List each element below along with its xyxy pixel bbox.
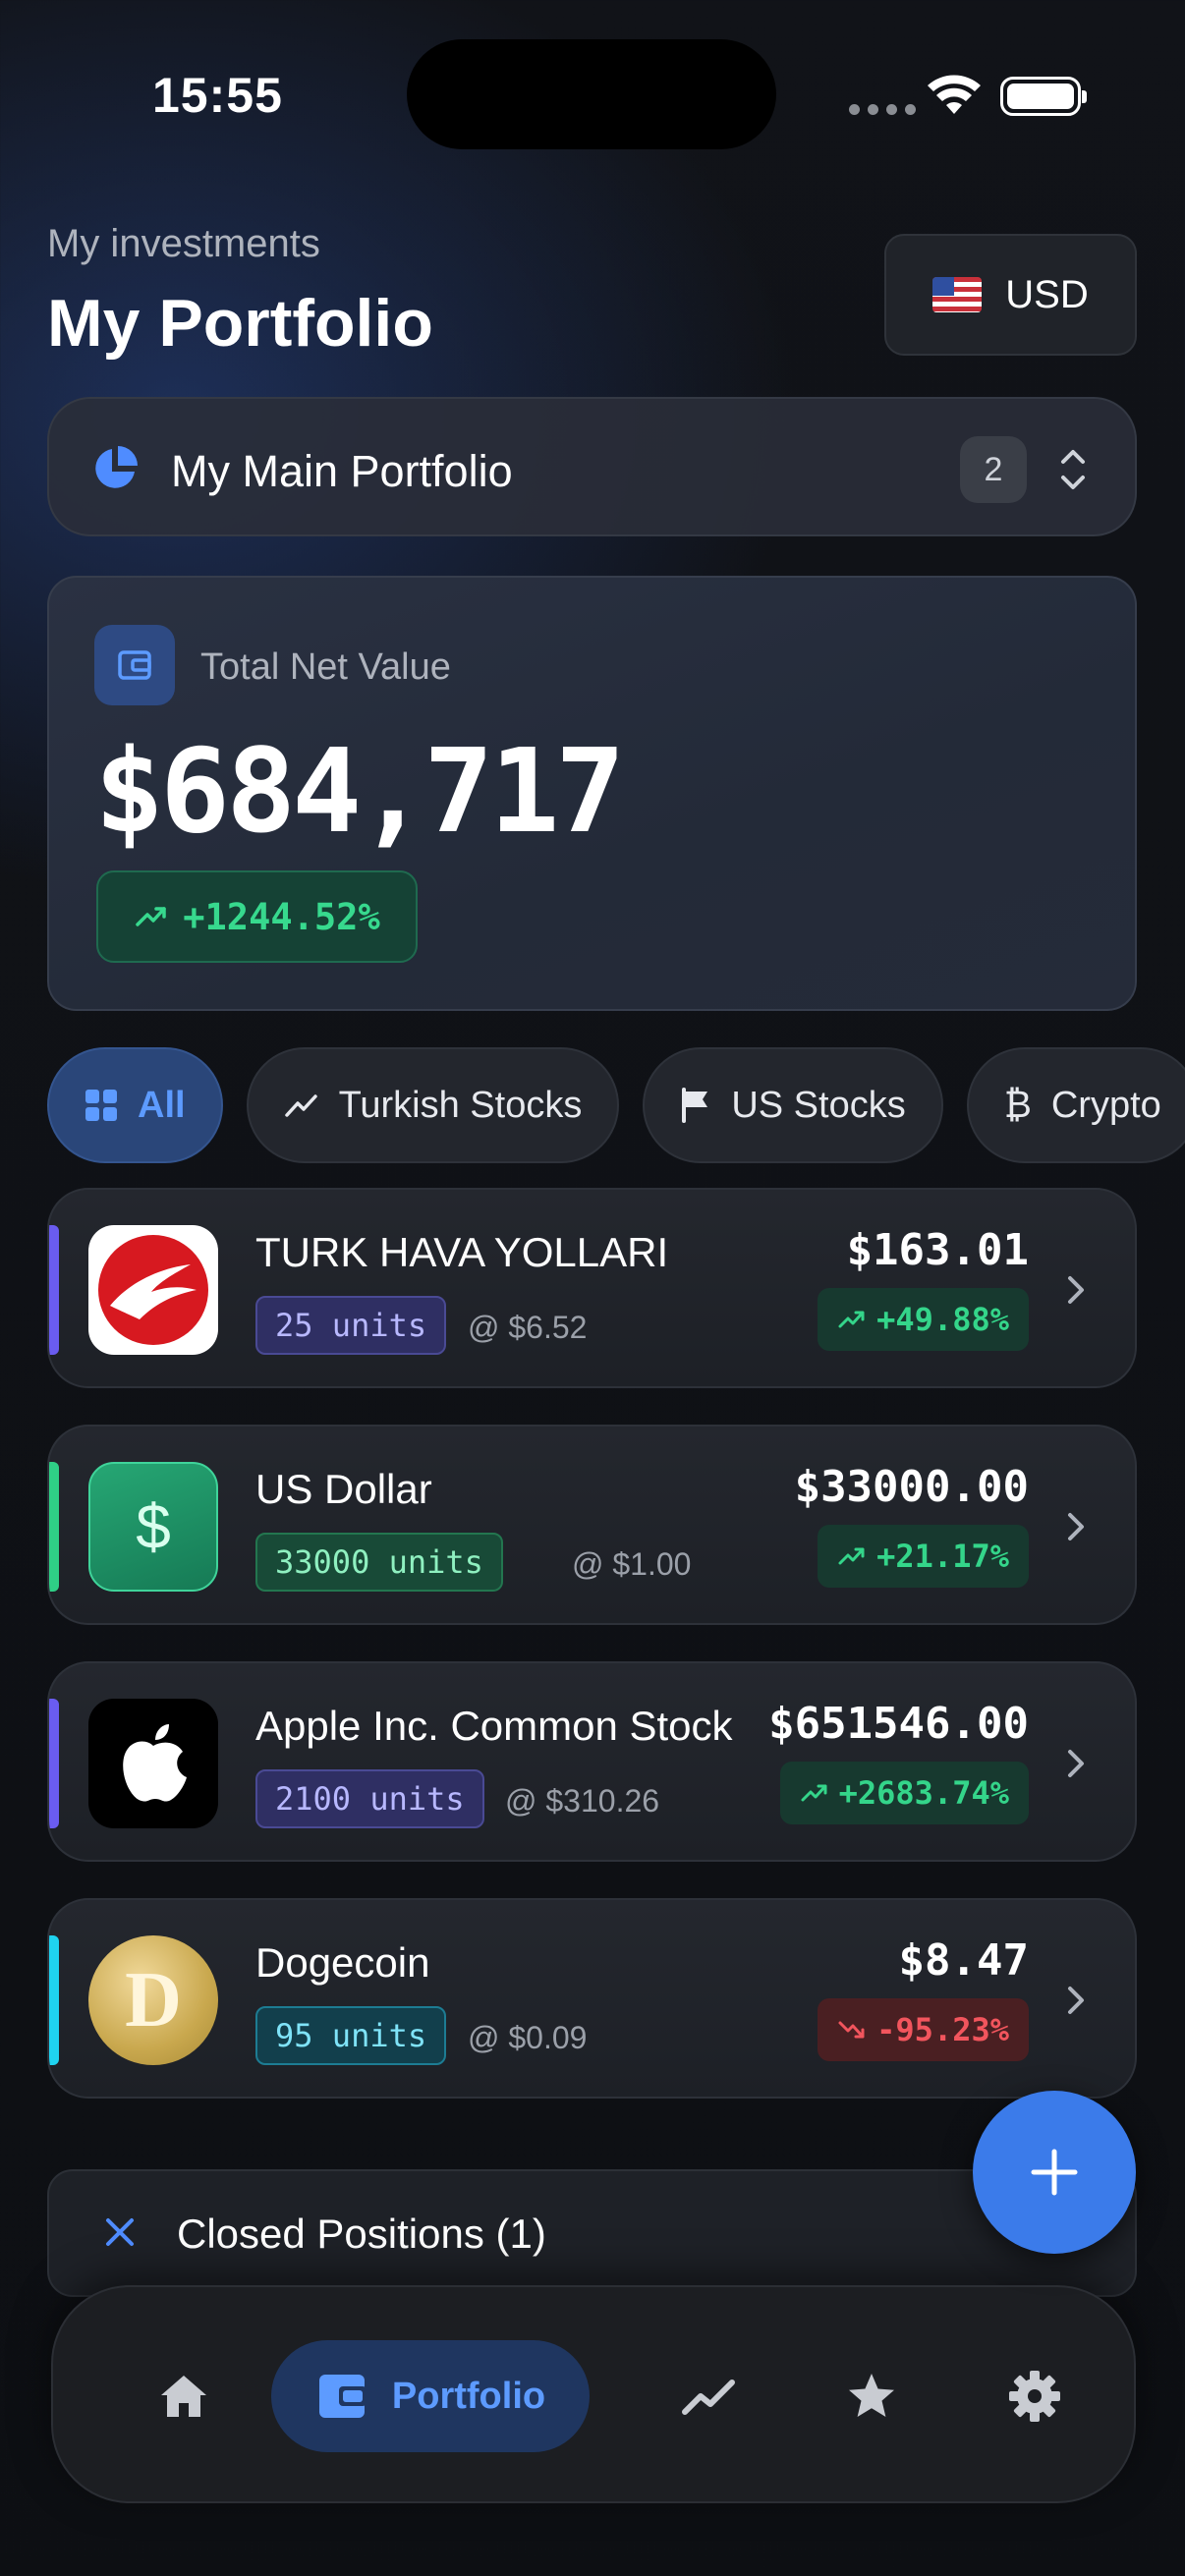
net-value-card: Total Net Value $684,717 +1244.52%: [47, 576, 1137, 1011]
chevron-right-icon: [1068, 1276, 1084, 1304]
portfolio-name: My Main Portfolio: [171, 446, 513, 496]
net-value-amount: $684,717: [94, 723, 625, 859]
tab-portfolio-label: Portfolio: [391, 2375, 546, 2417]
wifi-icon: [928, 75, 981, 114]
asset-row-dogecoin[interactable]: D Dogecoin 95 units @ $0.09 $8.47 -95.23…: [47, 1898, 1137, 2099]
asset-accent-bar: [49, 1225, 59, 1355]
chevron-up-down-icon: [1061, 450, 1085, 489]
flag-icon: [682, 1088, 708, 1123]
asset-change-badge: +21.17%: [818, 1525, 1029, 1588]
trend-up-icon: [801, 1784, 827, 1802]
asset-change: -95.23%: [876, 2011, 1009, 2048]
asset-change-badge: -95.23%: [818, 1998, 1029, 2061]
apple-logo-icon: [88, 1699, 218, 1828]
filter-chips: All Turkish Stocks US Stocks ₿ Crypto: [47, 1047, 1185, 1163]
net-value-change-badge: +1244.52%: [96, 870, 418, 963]
asset-accent-bar: [49, 1699, 59, 1828]
asset-name: Dogecoin: [255, 1939, 430, 1986]
asset-units-badge: 2100 units: [255, 1769, 484, 1828]
wallet-icon: [94, 625, 175, 705]
asset-avg-price: @ $1.00: [572, 1546, 692, 1582]
chevron-right-icon: [1068, 1513, 1084, 1540]
grid-icon: [85, 1090, 117, 1121]
asset-avg-price: @ $0.09: [468, 2020, 588, 2055]
chart-icon: [682, 2380, 735, 2415]
filter-chip-label: Turkish Stocks: [338, 1084, 583, 1126]
home-icon: [161, 2376, 206, 2417]
net-value-change: +1244.52%: [183, 895, 380, 938]
pie-chart-icon: [95, 446, 138, 488]
asset-change: +2683.74%: [838, 1774, 1009, 1812]
asset-change: +21.17%: [876, 1538, 1009, 1575]
filter-chip-turkish-stocks[interactable]: Turkish Stocks: [246, 1047, 620, 1163]
asset-change-badge: +49.88%: [818, 1288, 1029, 1351]
asset-value: $651546.00: [768, 1699, 1029, 1749]
filter-chip-label: US Stocks: [731, 1084, 906, 1126]
trend-up-icon: [838, 1547, 865, 1565]
asset-change-badge: +2683.74%: [779, 1762, 1029, 1824]
dogecoin-logo-icon: D: [88, 1935, 218, 2065]
asset-row-turk-hava-yollari[interactable]: TURK HAVA YOLLARI 25 units @ $6.52 $163.…: [47, 1188, 1137, 1388]
tab-portfolio[interactable]: Portfolio: [271, 2340, 590, 2452]
asset-accent-bar: [49, 1462, 59, 1592]
filter-chip-label: Crypto: [1050, 1084, 1161, 1126]
net-value-label: Total Net Value: [200, 646, 451, 688]
tab-favorites[interactable]: [819, 2340, 924, 2452]
asset-value: $163.01: [846, 1225, 1029, 1275]
page-subtitle: My investments: [47, 222, 320, 265]
asset-value: $8.47: [898, 1935, 1029, 1986]
filter-chip-crypto[interactable]: ₿ Crypto: [966, 1047, 1185, 1163]
bottom-tab-bar: Portfolio: [51, 2285, 1136, 2503]
bitcoin-icon: ₿: [1003, 1084, 1032, 1126]
filter-chip-label: All: [138, 1084, 186, 1126]
asset-change: +49.88%: [876, 1301, 1009, 1338]
chevron-right-icon: [1068, 1987, 1084, 2014]
closed-positions-label: Closed Positions (1): [177, 2211, 546, 2257]
page-title: My Portfolio: [47, 286, 433, 361]
asset-avg-price: @ $310.26: [505, 1783, 660, 1819]
dollar-icon: $: [88, 1462, 218, 1592]
asset-units-badge: 33000 units: [255, 1533, 503, 1592]
asset-avg-price: @ $6.52: [468, 1310, 588, 1345]
asset-name: US Dollar: [255, 1466, 432, 1512]
turkish-airlines-logo-icon: [88, 1225, 218, 1355]
currency-selector-button[interactable]: USD: [884, 234, 1137, 356]
asset-row-us-dollar[interactable]: $ US Dollar 33000 units @ $1.00 $33000.0…: [47, 1425, 1137, 1625]
status-time: 15:55: [152, 68, 283, 123]
tab-settings[interactable]: [983, 2340, 1087, 2452]
closed-positions-toggle[interactable]: Closed Positions (1): [47, 2169, 1137, 2297]
add-asset-button[interactable]: [973, 2091, 1136, 2254]
asset-accent-bar: [49, 1935, 59, 2065]
battery-icon: [1000, 77, 1087, 116]
trend-up-icon: [284, 1094, 317, 1117]
asset-value: $33000.00: [794, 1462, 1029, 1512]
wallet-icon: [318, 2375, 367, 2418]
gear-icon: [1009, 2371, 1060, 2422]
currency-label: USD: [1005, 272, 1089, 316]
star-icon: [849, 2374, 894, 2417]
dynamic-island: [407, 39, 776, 149]
plus-icon: [1031, 2149, 1078, 2196]
trend-up-icon: [136, 907, 166, 926]
asset-units-badge: 95 units: [255, 2006, 447, 2065]
tab-home[interactable]: [132, 2340, 236, 2452]
asset-name: Apple Inc. Common Stock: [255, 1703, 733, 1749]
trend-up-icon: [838, 1311, 865, 1328]
asset-row-apple[interactable]: Apple Inc. Common Stock 2100 units @ $31…: [47, 1661, 1137, 1862]
signal-icon: [849, 104, 916, 115]
chevron-right-icon: [1068, 1750, 1084, 1777]
close-icon: [106, 2218, 134, 2246]
filter-chip-all[interactable]: All: [47, 1047, 223, 1163]
tab-markets[interactable]: [656, 2340, 761, 2452]
filter-chip-us-stocks[interactable]: US Stocks: [643, 1047, 943, 1163]
asset-name: TURK HAVA YOLLARI: [255, 1229, 669, 1275]
us-flag-icon: [932, 277, 983, 312]
portfolio-count-badge: 2: [960, 436, 1027, 503]
trend-down-icon: [838, 2021, 865, 2039]
asset-units-badge: 25 units: [255, 1296, 447, 1355]
portfolio-selector[interactable]: My Main Portfolio 2: [47, 397, 1137, 536]
